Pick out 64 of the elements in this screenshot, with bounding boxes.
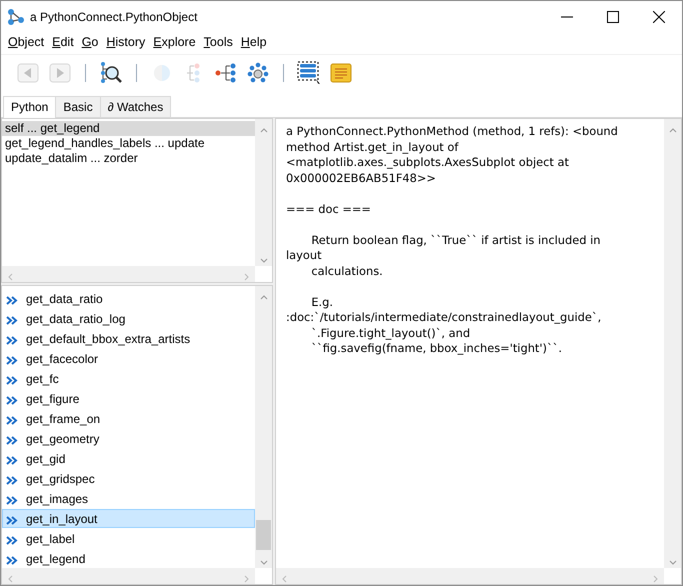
detail-text-line: `.Figure.tight_layout()`, and xyxy=(310,326,472,341)
horizontal-scrollbar[interactable] xyxy=(2,568,255,584)
detail-text-line: Return boolean flag, ``True`` if artist is included in xyxy=(310,232,602,248)
detail-text-line: === doc === xyxy=(286,202,372,217)
list-item[interactable]: get_data_ratio_log xyxy=(2,309,255,328)
double-chevron-icon xyxy=(6,434,18,443)
vertical-scrollbar[interactable] xyxy=(255,286,272,568)
double-chevron-icon xyxy=(6,374,18,383)
detail-text-line: :doc:`/tutorials/intermediate/constrainedlayout_guide`, xyxy=(286,310,602,326)
double-chevron-icon xyxy=(6,474,18,483)
list-item[interactable]: get_figure xyxy=(2,389,255,408)
list-item[interactable]: get_legend xyxy=(2,549,255,568)
vertical-scrollbar[interactable] xyxy=(664,119,681,568)
menu-item[interactable]: Edit xyxy=(48,35,78,49)
list-item[interactable]: get_facecolor xyxy=(2,349,255,368)
list-item[interactable]: update_datalim ... zorder xyxy=(2,151,255,166)
tab[interactable]: Basic xyxy=(55,96,101,117)
list-item[interactable]: get_geometry xyxy=(2,429,255,448)
detail-text-line: E.g. xyxy=(310,294,334,310)
detail-text-line: ``fig.savefig(fname, bbox_inches='tight')``. xyxy=(310,341,563,356)
list-item[interactable]: get_data_ratio xyxy=(2,289,255,308)
scrollbar-thumb[interactable] xyxy=(256,520,271,550)
list-item[interactable]: get_frame_on xyxy=(2,409,255,428)
double-chevron-icon xyxy=(6,294,18,303)
list-item[interactable]: get_legend_handles_labels ... update xyxy=(2,136,255,151)
menu-item[interactable]: History xyxy=(102,35,150,49)
double-chevron-icon xyxy=(6,414,18,423)
list-item[interactable]: get_gid xyxy=(2,449,255,468)
vertical-scrollbar[interactable] xyxy=(255,119,272,266)
double-chevron-icon xyxy=(6,334,18,343)
double-chevron-icon xyxy=(6,514,18,523)
list-icon[interactable] xyxy=(296,60,322,86)
app-icon xyxy=(7,8,25,26)
detail-text-line: 0x000002EB6AB51F48>> xyxy=(286,170,437,186)
tab[interactable]: ∂ Watches xyxy=(100,96,172,117)
list-item[interactable]: get_label xyxy=(2,529,255,548)
detail-text-line: a PythonConnect.PythonMethod (method, 1 refs): <bound xyxy=(286,124,619,140)
menu-item[interactable]: Explore xyxy=(149,35,200,49)
list-item[interactable]: get_in_layout xyxy=(2,509,255,528)
double-chevron-icon xyxy=(6,554,18,563)
detail-text-line: <matplotlib.axes._subplots.AxesSubplot object at xyxy=(286,155,570,170)
list-item[interactable]: get_default_bbox_extra_artists xyxy=(2,329,255,348)
double-chevron-icon xyxy=(6,534,18,543)
detail-text-line: method Artist.get_in_layout of xyxy=(286,140,460,155)
tree-search-icon[interactable] xyxy=(98,60,124,86)
menu-item[interactable]: Object xyxy=(4,35,48,49)
menu-item[interactable]: Help xyxy=(236,35,271,49)
list-item[interactable]: get_gridspec xyxy=(2,469,255,488)
detail-text-line: calculations. xyxy=(310,264,384,279)
double-chevron-icon xyxy=(6,494,18,503)
list-item[interactable]: self ... get_legend xyxy=(2,121,255,136)
detail-text-line: layout xyxy=(286,248,323,264)
list-item[interactable]: get_images xyxy=(2,489,255,508)
menu-item[interactable]: Tools xyxy=(200,35,237,49)
window-title: a PythonConnect.PythonObject xyxy=(30,10,198,24)
double-chevron-icon xyxy=(6,314,18,323)
double-chevron-icon xyxy=(6,454,18,463)
horizontal-scrollbar[interactable] xyxy=(2,266,255,282)
double-chevron-icon xyxy=(6,354,18,363)
double-chevron-icon xyxy=(6,394,18,403)
tab[interactable]: Python xyxy=(3,96,56,118)
list-item[interactable]: get_fc xyxy=(2,369,255,388)
horizontal-scrollbar[interactable] xyxy=(276,568,664,584)
menu-item[interactable]: Go xyxy=(78,35,102,49)
